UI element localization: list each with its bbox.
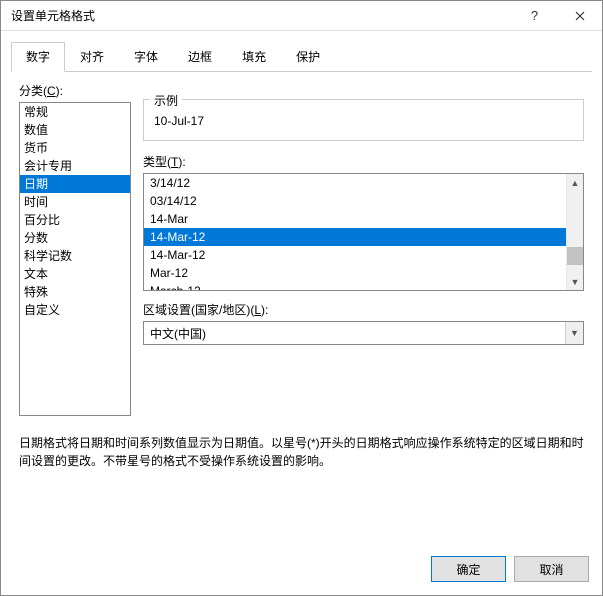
category-item[interactable]: 科学记数 — [20, 247, 130, 265]
locale-label: 区域设置(国家/地区)(L): — [143, 301, 584, 318]
sample-value: 10-Jul-17 — [152, 112, 575, 130]
ok-button[interactable]: 确定 — [431, 556, 506, 582]
chevron-down-icon[interactable]: ▼ — [565, 322, 583, 344]
category-label: 分类(C): — [19, 82, 131, 99]
dialog-title: 设置单元格格式 — [11, 7, 512, 24]
tab-number[interactable]: 数字 — [11, 42, 65, 72]
category-item[interactable]: 时间 — [20, 193, 130, 211]
type-item[interactable]: Mar-12 — [144, 264, 566, 282]
category-item[interactable]: 会计专用 — [20, 157, 130, 175]
spacer-label — [143, 82, 584, 96]
sample-legend: 示例 — [150, 92, 182, 109]
close-icon — [575, 11, 585, 21]
type-item[interactable]: 14-Mar-12 — [144, 228, 566, 246]
content-area: 分类(C): 常规数值货币会计专用日期时间百分比分数科学记数文本特殊自定义 示例… — [1, 72, 602, 416]
category-item[interactable]: 数值 — [20, 121, 130, 139]
category-item[interactable]: 常规 — [20, 103, 130, 121]
category-item[interactable]: 货币 — [20, 139, 130, 157]
tab-protection[interactable]: 保护 — [281, 42, 335, 72]
type-label: 类型(T): — [143, 153, 584, 170]
type-item[interactable]: March-12 — [144, 282, 566, 290]
category-item[interactable]: 特殊 — [20, 283, 130, 301]
type-scrollbar[interactable]: ▲ ▼ — [566, 174, 583, 290]
dialog-footer: 确定 取消 — [431, 556, 589, 582]
sample-group: 示例 10-Jul-17 — [143, 99, 584, 141]
category-item[interactable]: 文本 — [20, 265, 130, 283]
type-listbox[interactable]: 3/14/1203/14/1214-Mar14-Mar-1214-Mar-12M… — [143, 173, 584, 291]
category-listbox[interactable]: 常规数值货币会计专用日期时间百分比分数科学记数文本特殊自定义 — [19, 102, 131, 416]
help-button[interactable]: ? — [512, 1, 557, 30]
tab-border[interactable]: 边框 — [173, 42, 227, 72]
category-item[interactable]: 日期 — [20, 175, 130, 193]
tab-fill[interactable]: 填充 — [227, 42, 281, 72]
category-item[interactable]: 百分比 — [20, 211, 130, 229]
description-text: 日期格式将日期和时间系列数值显示为日期值。以星号(*)开头的日期格式响应操作系统… — [19, 434, 584, 470]
type-item[interactable]: 3/14/12 — [144, 174, 566, 192]
type-item[interactable]: 03/14/12 — [144, 192, 566, 210]
tab-alignment[interactable]: 对齐 — [65, 42, 119, 72]
title-bar: 设置单元格格式 ? — [1, 1, 602, 31]
locale-value: 中文(中国) — [144, 322, 565, 344]
scroll-down-button[interactable]: ▼ — [567, 273, 583, 290]
scroll-up-button[interactable]: ▲ — [567, 174, 583, 191]
cancel-button[interactable]: 取消 — [514, 556, 589, 582]
type-item[interactable]: 14-Mar-12 — [144, 246, 566, 264]
scroll-thumb[interactable] — [567, 247, 583, 265]
scroll-track[interactable] — [567, 191, 583, 273]
close-button[interactable] — [557, 1, 602, 30]
locale-combobox[interactable]: 中文(中国) ▼ — [143, 321, 584, 345]
category-item[interactable]: 分数 — [20, 229, 130, 247]
type-item[interactable]: 14-Mar — [144, 210, 566, 228]
category-item[interactable]: 自定义 — [20, 301, 130, 319]
tab-strip: 数字 对齐 字体 边框 填充 保护 — [11, 41, 592, 72]
tab-font[interactable]: 字体 — [119, 42, 173, 72]
